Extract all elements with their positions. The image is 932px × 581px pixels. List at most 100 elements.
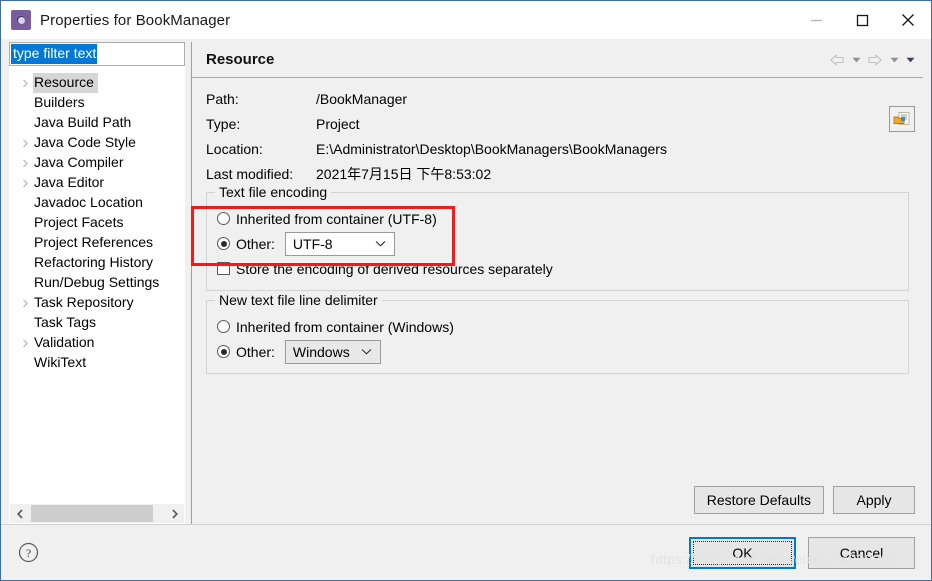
sidebar-item-run-debug-settings[interactable]: Run/Debug Settings [10,273,184,293]
property-row-type: Type: Project [206,115,909,133]
sidebar-item-label: Refactoring History [34,254,154,270]
title-bar: Properties for BookManager [1,1,931,39]
radio-label: Inherited from container (Windows) [236,318,454,335]
chevron-right-icon[interactable] [165,504,184,523]
property-value: 2021年7月15日 下午8:53:02 [316,166,492,182]
chevron-down-icon[interactable] [358,348,376,355]
sidebar-item-javadoc-location[interactable]: Javadoc Location [10,193,184,213]
settings-tree-panel: type filter text Resource Builders Java … [9,42,185,524]
tree-horizontal-scrollbar[interactable] [9,504,185,524]
chevron-right-icon[interactable] [18,299,33,308]
back-arrow-icon[interactable] [827,49,847,71]
delimiter-inherited-row[interactable]: Inherited from container (Windows) [217,314,898,339]
svg-text:?: ? [25,546,30,560]
chevron-down-icon-forward[interactable] [887,49,901,71]
navigation-toolbar [827,49,917,71]
filter-input[interactable]: type filter text [11,44,98,64]
maximize-button[interactable] [839,1,885,39]
sidebar-item-label: Java Editor [34,174,105,190]
chevron-down-icon-menu[interactable] [903,49,917,71]
sidebar-item-refactoring-history[interactable]: Refactoring History [10,253,184,273]
property-value: /BookManager [316,91,408,107]
folder-variable-icon[interactable] [889,106,915,132]
sidebar-item-label: Javadoc Location [34,194,143,210]
sidebar-item-label: Project References [34,234,154,250]
filter-input-wrapper[interactable]: type filter text [9,42,185,66]
delimiter-combo-value: Windows [292,343,350,360]
page-title: Resource [206,51,275,68]
sidebar-item-label: Java Compiler [34,154,124,170]
watermark-text: https://blog.csdn.net/weixin_44893902 [651,551,897,567]
sidebar-item-validation[interactable]: Validation [10,333,184,353]
sidebar-item-label: Resource [33,73,98,93]
radio-inherited-delimiter[interactable] [217,320,230,333]
property-label: Type: [206,116,241,132]
sidebar-item-java-build-path[interactable]: Java Build Path [10,113,184,133]
delimiter-combo[interactable]: Windows [284,339,381,364]
dialog-footer: ? OK Cancel https://blog.csdn.net/weixin… [1,524,931,580]
settings-tree[interactable]: Resource Builders Java Build Path Java C… [9,72,185,504]
text-file-encoding-group: Text file encoding Inherited from contai… [206,184,909,291]
restore-defaults-button[interactable]: Restore Defaults [693,486,824,514]
radio-inherited-encoding[interactable] [217,212,230,225]
sidebar-item-label: WikiText [34,354,87,370]
group-title: New text file line delimiter [215,292,382,309]
sidebar-item-label: Java Code Style [34,134,136,150]
radio-label: Other: [236,343,275,360]
property-value: Project [316,116,360,132]
chevron-right-icon[interactable] [18,159,33,168]
property-row-location: Location: E:\Administrator\Desktop\BookM… [206,140,909,158]
sidebar-item-project-facets[interactable]: Project Facets [10,213,184,233]
sidebar-item-task-repository[interactable]: Task Repository [10,293,184,313]
sidebar-item-java-code-style[interactable]: Java Code Style [10,133,184,153]
encoding-inherited-row[interactable]: Inherited from container (UTF-8) [217,206,898,231]
sidebar-item-project-references[interactable]: Project References [10,233,184,253]
dialog-body: type filter text Resource Builders Java … [1,39,931,524]
chevron-right-icon[interactable] [18,139,33,148]
sidebar-item-label: Project Facets [34,214,124,230]
checkbox-store-derived[interactable] [217,262,230,275]
radio-other-delimiter[interactable] [217,345,230,358]
sidebar-item-label: Run/Debug Settings [34,274,160,290]
sidebar-item-task-tags[interactable]: Task Tags [10,313,184,333]
content-header: Resource [192,42,923,78]
sidebar-item-label: Java Build Path [34,114,132,130]
gear-icon [11,10,31,30]
scrollbar-track[interactable] [29,504,165,523]
minimize-button[interactable] [793,1,839,39]
delimiter-other-row[interactable]: Other: Windows [217,339,898,364]
sidebar-item-label: Task Repository [34,294,134,310]
property-label: Path: [206,91,239,107]
sidebar-item-label: Task Tags [34,314,96,330]
property-value: E:\Administrator\Desktop\BookManagers\Bo… [316,141,667,157]
window-controls [793,1,931,39]
chevron-right-icon[interactable] [18,79,33,88]
encoding-other-row[interactable]: Other: UTF-8 [217,231,898,256]
help-question-icon[interactable]: ? [17,542,39,564]
chevron-down-icon[interactable] [372,240,390,247]
content-action-buttons: Restore Defaults Apply [192,486,923,524]
sidebar-item-resource[interactable]: Resource [10,73,184,93]
scrollbar-thumb[interactable] [31,505,153,522]
sidebar-item-wikitext[interactable]: WikiText [10,353,184,373]
store-derived-row[interactable]: Store the encoding of derived resources … [217,256,898,281]
close-button[interactable] [885,1,931,39]
chevron-right-icon[interactable] [18,339,33,348]
group-title: Text file encoding [215,184,332,201]
sidebar-item-java-editor[interactable]: Java Editor [10,173,184,193]
apply-button[interactable]: Apply [833,486,915,514]
sidebar-item-label: Validation [34,334,95,350]
content-main: Path: /BookManager Type: Project Locatio… [191,78,923,486]
chevron-left-icon[interactable] [10,504,29,523]
encoding-combo-value: UTF-8 [292,235,333,252]
properties-dialog: Properties for BookManager type filter t… [0,0,932,581]
radio-other-encoding[interactable] [217,237,230,250]
sidebar-item-java-compiler[interactable]: Java Compiler [10,153,184,173]
forward-arrow-icon[interactable] [865,49,885,71]
property-row-path: Path: /BookManager [206,90,909,108]
chevron-right-icon[interactable] [18,179,33,188]
chevron-down-icon-back[interactable] [849,49,863,71]
sidebar-item-builders[interactable]: Builders [10,93,184,113]
property-row-last-modified: Last modified: 2021年7月15日 下午8:53:02 [206,165,909,183]
encoding-combo[interactable]: UTF-8 [284,231,395,256]
